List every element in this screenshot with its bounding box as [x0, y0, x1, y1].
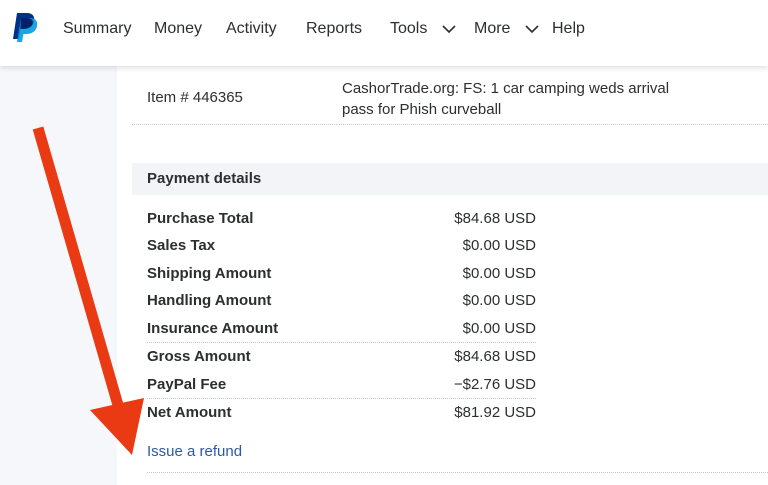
divider	[147, 342, 536, 343]
payment-details-title: Payment details	[147, 170, 262, 187]
issue-refund-link[interactable]: Issue a refund	[147, 443, 242, 460]
shipping-amount-label: Shipping Amount	[147, 265, 272, 282]
insurance-amount-value: $0.00 USD	[462, 320, 536, 337]
sales-tax-label: Sales Tax	[147, 237, 216, 254]
paypal-logo-icon[interactable]	[11, 12, 39, 42]
net-amount-label: Net Amount	[147, 404, 232, 421]
chevron-down-icon	[525, 25, 539, 33]
nav-activity[interactable]: Activity	[226, 19, 277, 39]
divider	[147, 398, 536, 399]
nav-money[interactable]: Money	[154, 19, 202, 39]
paypal-fee-value: −$2.76 USD	[453, 376, 536, 393]
item-description: CashorTrade.org: FS: 1 car camping weds …	[342, 80, 670, 118]
chevron-down-icon	[442, 25, 456, 33]
nav-help[interactable]: Help	[552, 19, 585, 39]
nav-tools-label: Tools	[390, 20, 428, 37]
gross-amount-label: Gross Amount	[147, 348, 251, 365]
insurance-amount-label: Insurance Amount	[147, 320, 279, 337]
gross-amount-value: $84.68 USD	[454, 348, 536, 365]
nav-more[interactable]: More	[474, 19, 539, 39]
handling-amount-label: Handling Amount	[147, 292, 272, 309]
nav-tools[interactable]: Tools	[390, 19, 456, 39]
divider	[147, 472, 768, 473]
nav-summary[interactable]: Summary	[63, 19, 131, 39]
sales-tax-value: $0.00 USD	[462, 237, 536, 254]
paypal-fee-label: PayPal Fee	[147, 376, 227, 393]
annotation-arrow-icon	[32, 126, 144, 455]
handling-amount-value: $0.00 USD	[462, 292, 536, 309]
net-amount-value: $81.92 USD	[454, 404, 536, 421]
top-nav: Summary Money Activity Reports Tools Mor…	[0, 0, 768, 66]
purchase-total-value: $84.68 USD	[454, 210, 536, 227]
nav-reports[interactable]: Reports	[306, 19, 362, 39]
nav-more-label: More	[474, 20, 511, 37]
purchase-total-label: Purchase Total	[147, 210, 254, 227]
shipping-amount-value: $0.00 USD	[462, 265, 536, 282]
item-number: Item # 446365	[147, 89, 243, 106]
